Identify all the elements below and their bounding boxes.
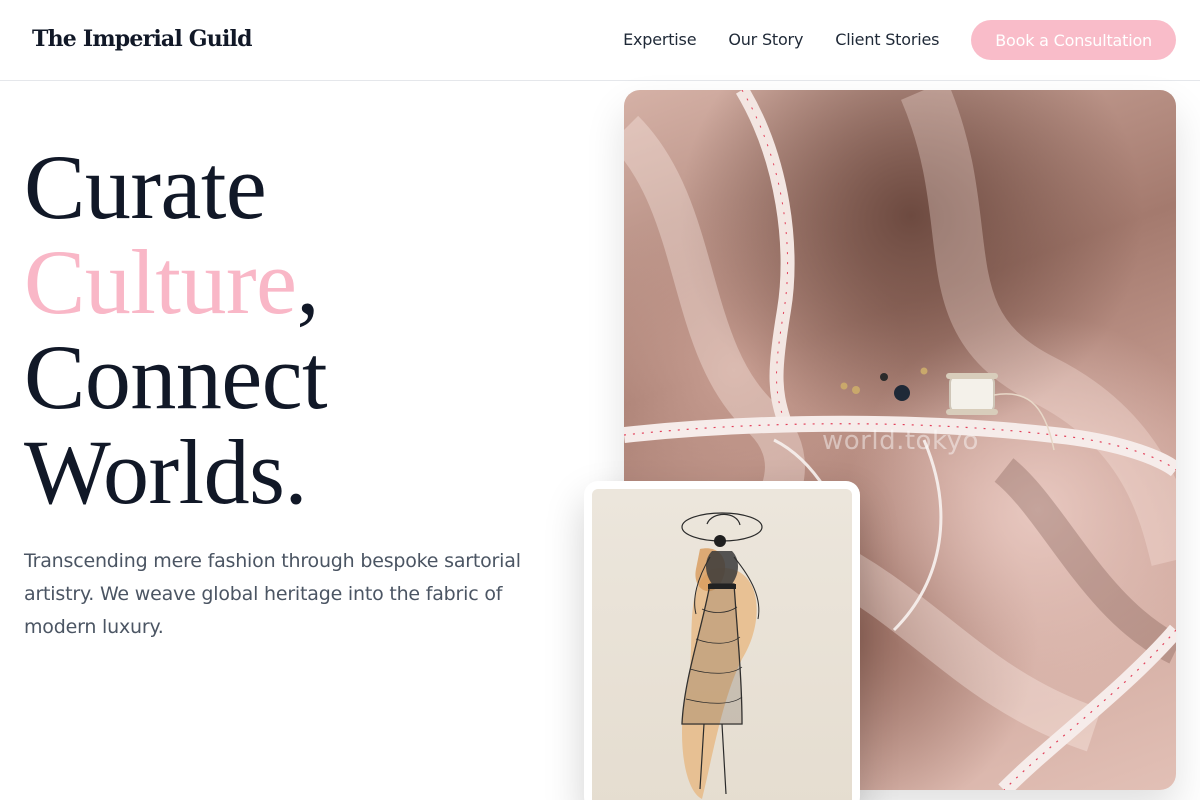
nav-link-expertise[interactable]: Expertise xyxy=(623,20,696,60)
fashion-sketch-card xyxy=(584,481,860,800)
nav-link-our-story[interactable]: Our Story xyxy=(728,20,803,60)
main-nav: Expertise Our Story Client Stories Book … xyxy=(623,20,1176,60)
book-consultation-button[interactable]: Book a Consultation xyxy=(971,20,1176,60)
nav-link-client-stories[interactable]: Client Stories xyxy=(835,20,939,60)
site-logo[interactable]: The Imperial Guild xyxy=(32,26,252,52)
hero-heading-line-3: Connect xyxy=(24,326,328,428)
hero-description: Transcending mere fashion through bespok… xyxy=(24,550,521,638)
hero-heading-comma: , xyxy=(296,231,319,333)
hero-heading: Curate Culture, Connect Worlds. xyxy=(24,136,328,523)
hero-heading-accent: Culture xyxy=(24,231,297,333)
dress-sketch-illustration xyxy=(681,512,763,799)
hero-heading-line-4: Worlds. xyxy=(24,421,307,523)
hero-heading-line-2: Culture, xyxy=(24,235,327,330)
site-header: The Imperial Guild Expertise Our Story C… xyxy=(0,0,1200,81)
image-watermark: world.tokyo xyxy=(822,426,979,456)
hero-heading-line-1: Curate xyxy=(24,136,267,238)
fashion-sketch-image xyxy=(592,489,852,800)
